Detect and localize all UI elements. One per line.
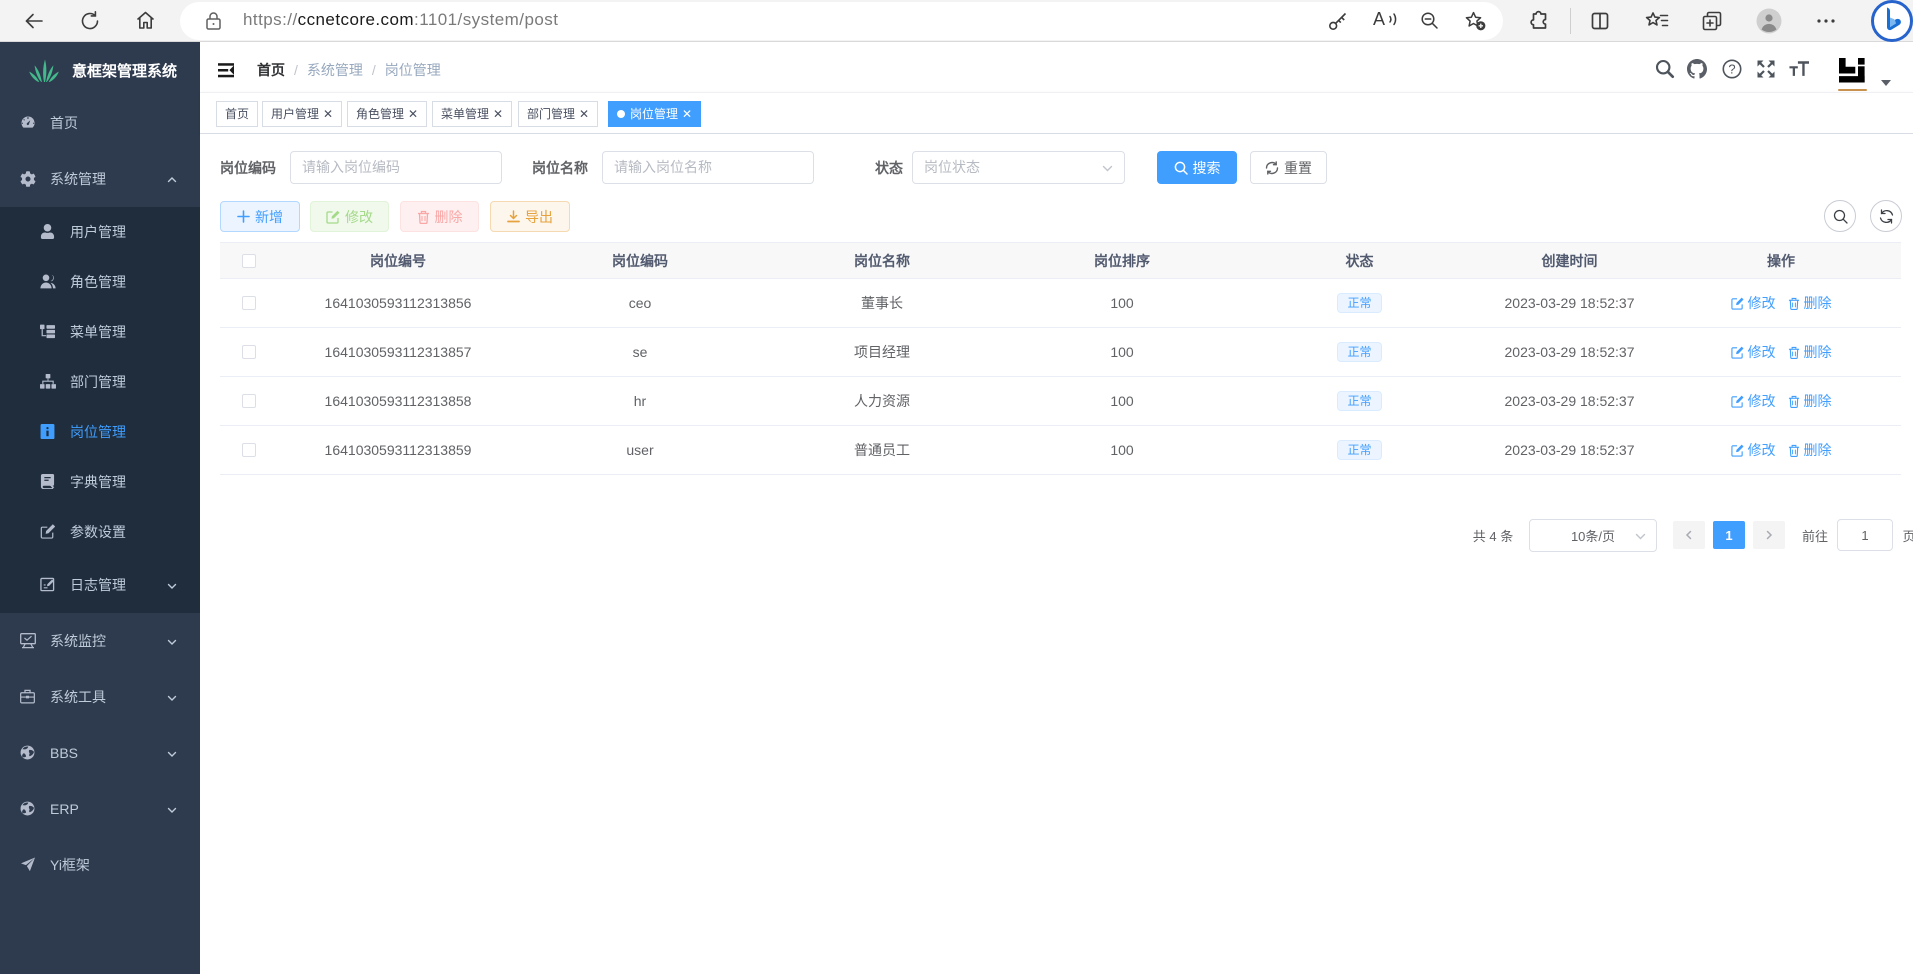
svg-text:?: ? (1728, 62, 1735, 77)
